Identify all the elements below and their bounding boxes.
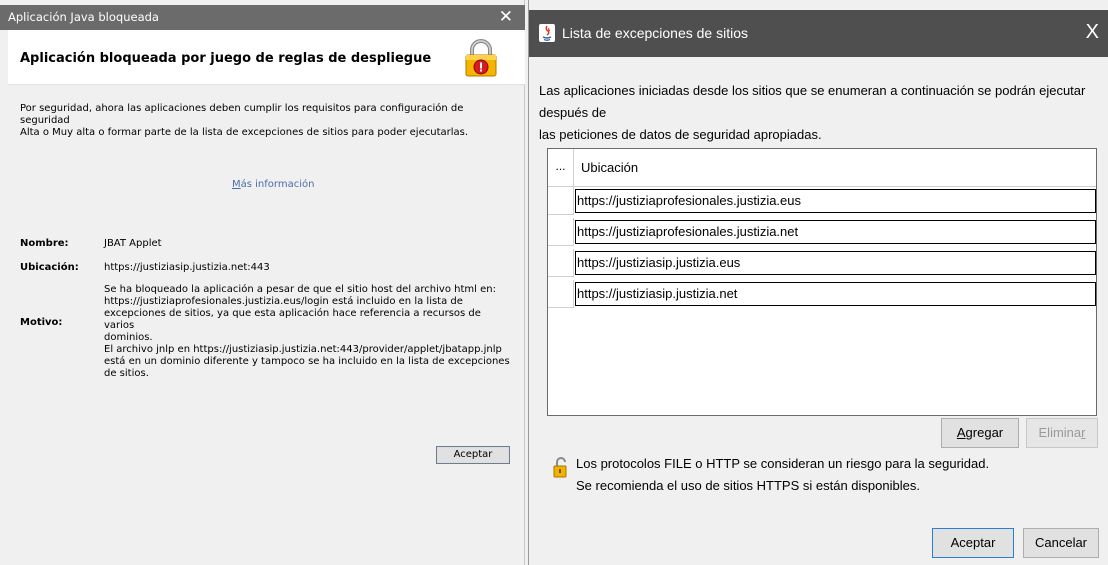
left-window-title: Aplicación Java bloqueada	[8, 10, 159, 24]
left-header: Aplicación bloqueada por juego de reglas…	[8, 30, 525, 85]
left-titlebar: Aplicación Java bloqueada ✕	[0, 5, 525, 30]
cancel-button[interactable]: Cancelar	[1023, 528, 1099, 558]
padlock-warning-icon	[465, 39, 497, 77]
reason-text: Se ha bloqueado la aplicación a pesar de…	[104, 284, 514, 380]
more-info-text: ás información	[240, 179, 315, 190]
reason-line: está en un dominio diferente y tampoco s…	[104, 356, 510, 367]
blocked-header-title: Aplicación bloqueada por juego de reglas…	[20, 51, 432, 66]
site-url-cell[interactable]: https://justiziasip.justizia.eus	[575, 251, 1096, 275]
site-url-cell[interactable]: https://justiziasip.justizia.net	[575, 282, 1096, 306]
table-header: ... Ubicación	[548, 149, 1096, 187]
table-row[interactable]: https://justiziasip.justizia.eus	[548, 249, 1096, 277]
add-access-key: A	[956, 425, 966, 440]
remove-label: Elimina	[1038, 425, 1082, 440]
blocked-app-dialog: Aplicación Java bloqueada ✕ Aplicación b…	[0, 0, 525, 565]
reason-label: Motivo:	[20, 317, 63, 328]
row-marker-header: ...	[548, 149, 574, 187]
location-value: https://justiziasip.justizia.net:443	[104, 262, 270, 273]
remove-button[interactable]: Eliminar	[1026, 418, 1098, 448]
description-line-1: Las aplicaciones iniciadas desde los sit…	[539, 83, 1086, 120]
exception-description: Las aplicaciones iniciadas desde los sit…	[539, 80, 1107, 146]
name-label: Nombre:	[20, 238, 69, 249]
remove-access-key: r	[1081, 425, 1086, 440]
add-button[interactable]: Agregar	[941, 418, 1019, 448]
java-icon	[539, 24, 555, 42]
security-intro-text: Por seguridad, ahora las aplicaciones de…	[20, 103, 515, 139]
reason-line: https://justiziaprofesionales.justizia.e…	[104, 296, 463, 307]
intro-line-1: Por seguridad, ahora las aplicaciones de…	[20, 103, 464, 126]
right-window-title: Lista de excepciones de sitios	[562, 25, 748, 41]
warning-line-1: Los protocolos FILE o HTTP se consideran…	[576, 456, 990, 471]
site-exception-dialog: Lista de excepciones de sitios X Las apl…	[528, 0, 1108, 565]
more-info-access-key: M	[232, 179, 241, 190]
row-header-cell	[548, 280, 574, 308]
reason-line: dominios.	[104, 332, 153, 343]
table-row[interactable]: https://justiziaprofesionales.justizia.e…	[548, 187, 1096, 215]
site-url-cell[interactable]: https://justiziaprofesionales.justizia.n…	[575, 220, 1096, 244]
reason-line: de sitios.	[104, 368, 149, 379]
name-value: JBAT Applet	[104, 238, 162, 249]
reason-line: El archivo jnlp en https://justiziasip.j…	[104, 344, 502, 355]
description-line-2: las peticiones de datos de seguridad apr…	[539, 127, 822, 142]
intro-line-2: Alta o Muy alta o formar parte de la lis…	[20, 127, 469, 138]
close-icon[interactable]: ✕	[499, 7, 513, 27]
more-info-link[interactable]: Más información	[232, 179, 314, 190]
close-icon[interactable]: X	[1086, 21, 1099, 44]
reason-line: excepciones de sitios, ya que esta aplic…	[104, 308, 481, 331]
add-label: gregar	[965, 425, 1004, 440]
exception-site-table[interactable]: ... Ubicación https://justiziaprofesiona…	[547, 148, 1097, 416]
row-header-cell	[548, 187, 574, 215]
warning-line-2: Se recomienda el uso de sitios HTTPS si …	[576, 478, 920, 493]
site-url-cell[interactable]: https://justiziaprofesionales.justizia.e…	[575, 189, 1096, 213]
table-row[interactable]: https://justiziasip.justizia.net	[548, 280, 1096, 308]
location-label: Ubicación:	[20, 262, 79, 273]
row-header-cell	[548, 218, 574, 246]
left-ok-button[interactable]: Aceptar	[436, 446, 510, 464]
right-titlebar: Lista de excepciones de sitios X	[529, 10, 1108, 57]
right-ok-button[interactable]: Aceptar	[932, 528, 1014, 558]
row-header-cell	[548, 249, 574, 277]
location-column-header[interactable]: Ubicación	[581, 160, 638, 175]
table-row[interactable]: https://justiziaprofesionales.justizia.n…	[548, 218, 1096, 246]
reason-line: Se ha bloqueado la aplicación a pesar de…	[104, 284, 496, 295]
unlocked-padlock-icon	[553, 457, 567, 478]
